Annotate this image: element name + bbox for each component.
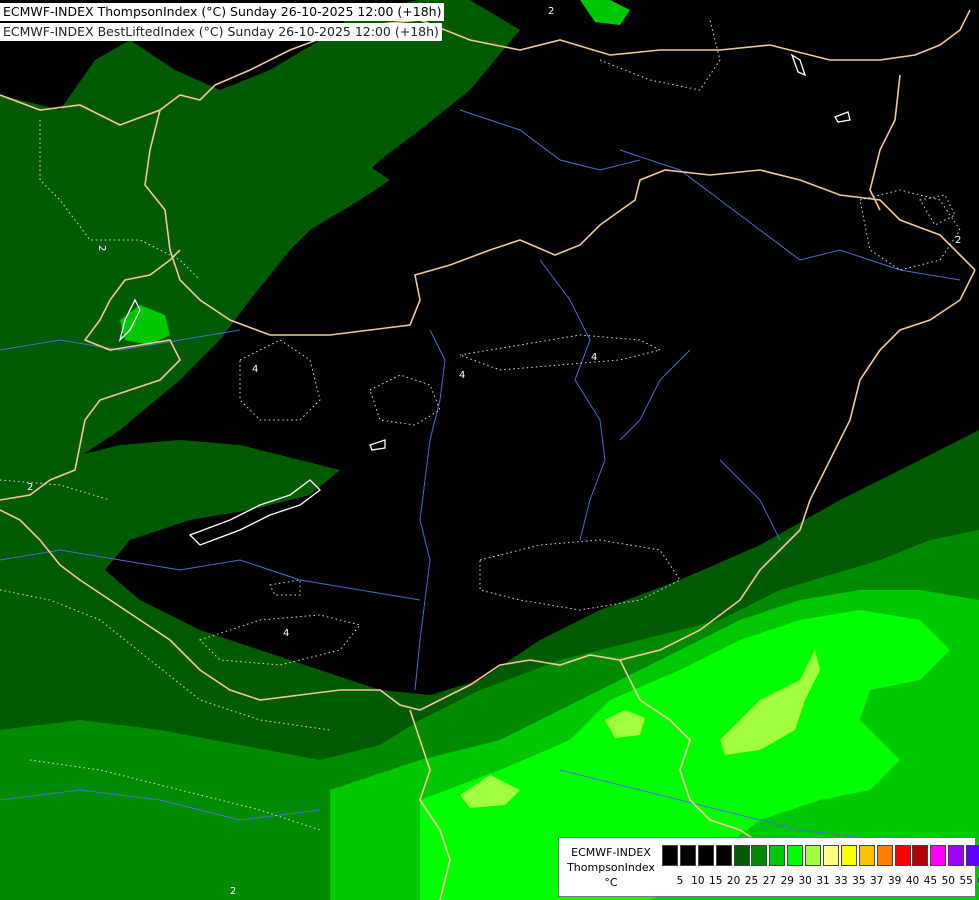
legend-tick: 37: [870, 875, 884, 887]
legend-tick: 45: [923, 875, 938, 887]
legend-tick: 31: [816, 875, 830, 887]
legend-swatch: [787, 845, 804, 866]
legend-swatch: [679, 845, 696, 866]
contour-label: 4: [459, 370, 465, 381]
legend-tick: 15: [709, 875, 723, 887]
contour-label: 2: [548, 6, 554, 17]
legend-tick: 55: [959, 875, 973, 887]
contour-label: 4: [283, 628, 289, 639]
legend-swatch: [751, 845, 768, 866]
legend-label: ECMWF-INDEX ThompsonIndex °C: [561, 845, 661, 890]
legend-swatch: [823, 845, 840, 866]
legend-swatch: [769, 845, 786, 866]
legend-model: ECMWF-INDEX: [571, 846, 651, 859]
legend-tick: 20: [726, 875, 741, 887]
legend-swatch: [858, 845, 875, 866]
contour-label: 2: [27, 482, 33, 493]
legend-tick: 40: [905, 875, 920, 887]
legend-tick: 33: [834, 875, 848, 887]
legend-swatch: [662, 845, 678, 866]
weather-map: 2 4 4 4 4 2 2 2 2: [0, 0, 979, 900]
legend-tick: 60: [975, 875, 979, 887]
legend-tick: 50: [941, 875, 955, 887]
legend-swatch: [948, 845, 965, 866]
legend-swatch: [894, 845, 911, 866]
legend-swatch: [840, 845, 857, 866]
legend-tick: 5: [676, 875, 684, 887]
legend-tick: 29: [780, 875, 794, 887]
legend-swatch: [733, 845, 750, 866]
legend-swatch: [715, 845, 732, 866]
map-title-thompson: ECMWF-INDEX ThompsonIndex (°C) Sunday 26…: [0, 3, 445, 21]
contour-label: 2: [955, 235, 961, 246]
map-title-lifted: ECMWF-INDEX BestLiftedIndex (°C) Sunday …: [0, 23, 442, 41]
legend-swatch: [966, 845, 979, 866]
legend-tick: 25: [744, 875, 759, 887]
legend-color-bar: [662, 845, 979, 866]
contour-label: 4: [252, 364, 258, 375]
contour-label: 2: [230, 886, 236, 897]
legend-tick: 27: [762, 875, 777, 887]
legend-parameter: ThompsonIndex: [567, 861, 655, 874]
legend-unit: °C: [604, 876, 618, 889]
legend-swatch: [697, 845, 714, 866]
color-legend: ECMWF-INDEX ThompsonIndex °C 5 10 15 20 25 27…: [558, 837, 979, 897]
legend-swatch: [912, 845, 929, 866]
legend-tick: 10: [691, 875, 705, 887]
legend-tick-labels: 5 10 1520252729 30 31 33 35 3739404550 5560: [671, 875, 979, 887]
legend-tick: 30: [798, 875, 812, 887]
legend-tick: 39: [887, 875, 902, 887]
legend-swatch: [876, 845, 893, 866]
legend-swatch: [805, 845, 822, 866]
contour-label: 2: [96, 245, 107, 251]
contour-label: 4: [591, 352, 597, 363]
legend-swatch: [930, 845, 947, 866]
legend-tick: 35: [852, 875, 866, 887]
